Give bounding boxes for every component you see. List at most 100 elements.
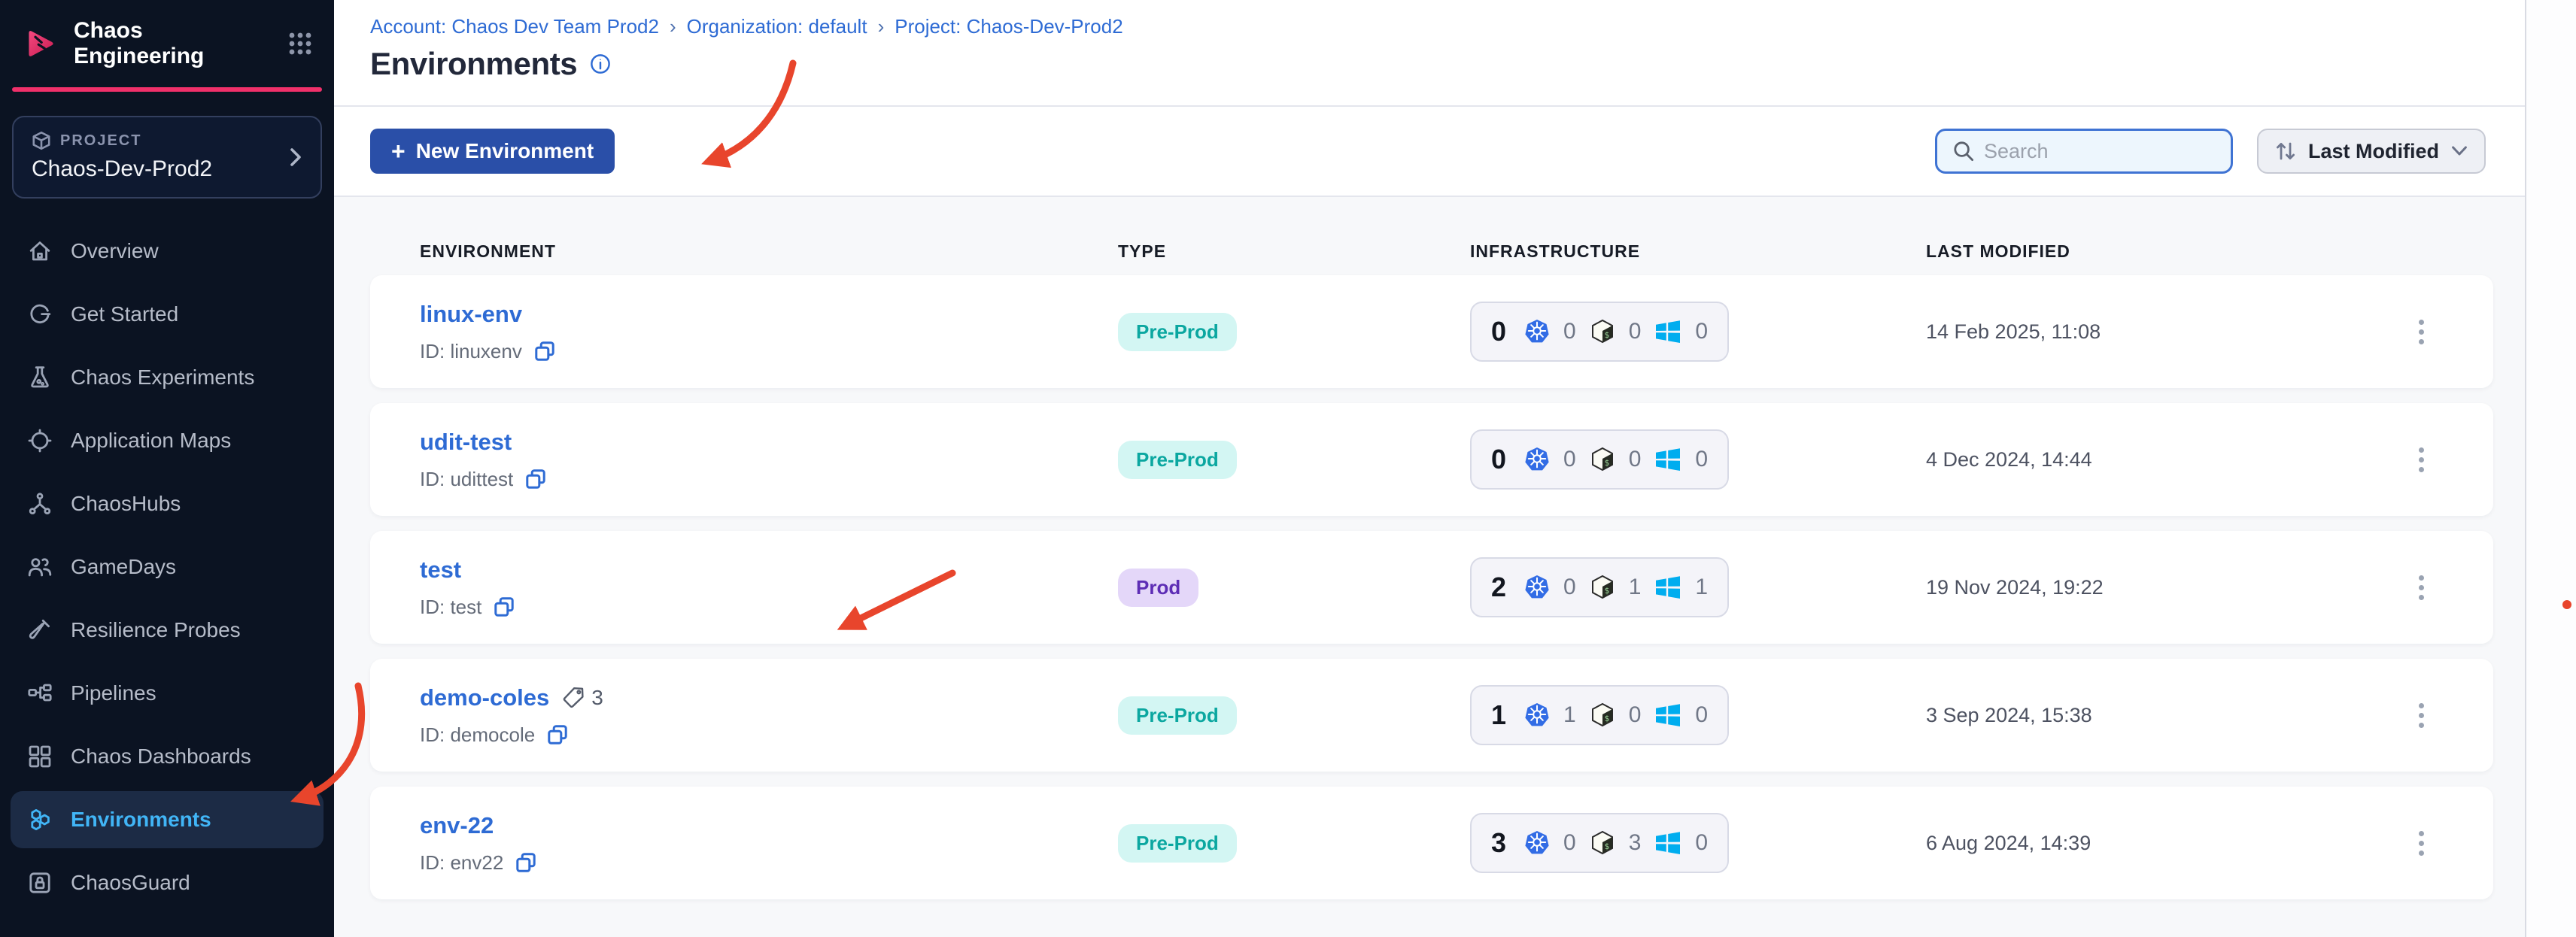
- breadcrumb-separator: ›: [669, 15, 676, 38]
- infrastructure-summary[interactable]: 0 0 $ 0 0: [1470, 429, 1730, 490]
- copy-icon[interactable]: [525, 468, 546, 490]
- infrastructure-total: 3: [1491, 827, 1507, 858]
- sidebar-item-resilience-probes[interactable]: Resilience Probes: [11, 602, 324, 659]
- infrastructure-summary[interactable]: 2 0 $ 1 1: [1470, 557, 1730, 617]
- project-selector[interactable]: PROJECT Chaos-Dev-Prod2: [12, 116, 322, 199]
- sort-arrows-icon: [2275, 140, 2296, 162]
- sidebar-item-label: ChaosHubs: [71, 492, 181, 515]
- environment-row[interactable]: test ID: test Prod 2 0 $ 1 1 19 Nov 2024…: [370, 531, 2493, 644]
- new-environment-button[interactable]: + New Environment: [370, 129, 615, 174]
- environment-name-link[interactable]: env-22: [420, 812, 494, 839]
- linux-icon: $: [1590, 830, 1615, 856]
- row-menu-button[interactable]: [2413, 441, 2430, 478]
- sidebar-item-chaos-experiments[interactable]: Chaos Experiments: [11, 349, 324, 406]
- sidebar-item-chaosguard[interactable]: ChaosGuard: [11, 854, 324, 911]
- search-input[interactable]: [1984, 139, 2216, 163]
- copy-icon[interactable]: [534, 341, 555, 362]
- info-icon[interactable]: [589, 53, 612, 75]
- sidebar-item-pipelines[interactable]: Pipelines: [11, 665, 324, 722]
- copy-icon[interactable]: [515, 852, 536, 873]
- infrastructure-summary[interactable]: 1 1 $ 0 0: [1470, 685, 1730, 745]
- sidebar: Chaos Engineering PROJECT Chaos-Dev-Prod…: [0, 0, 334, 937]
- svg-text:$: $: [1604, 330, 1609, 340]
- column-header-type: TYPE: [1118, 241, 1167, 261]
- sidebar-item-application-maps[interactable]: Application Maps: [11, 412, 324, 469]
- tag-count-value: 3: [591, 685, 603, 709]
- row-menu-button[interactable]: [2413, 825, 2430, 862]
- sidebar-item-gamedays[interactable]: GameDays: [11, 538, 324, 596]
- infrastructure-total: 1: [1491, 699, 1507, 730]
- row-menu-button[interactable]: [2413, 314, 2430, 350]
- breadcrumb-separator: ›: [877, 15, 885, 38]
- breadcrumb-organization[interactable]: Organization: default: [687, 15, 867, 38]
- type-badge: Pre-Prod: [1118, 312, 1237, 351]
- sidebar-item-label: GameDays: [71, 555, 177, 578]
- column-header-last-modified: LAST MODIFIED: [1926, 241, 2070, 261]
- environment-name-link[interactable]: demo-coles: [420, 684, 549, 711]
- breadcrumb-project[interactable]: Project: Chaos-Dev-Prod2: [895, 15, 1122, 38]
- dashboard-icon: [27, 744, 53, 769]
- last-modified-value: 19 Nov 2024, 19:22: [1926, 575, 2104, 599]
- environment-row[interactable]: udit-test ID: udittest Pre-Prod 0 0 $ 0 …: [370, 403, 2493, 516]
- tag-icon: [561, 686, 585, 710]
- infrastructure-summary[interactable]: 3 0 $ 3 0: [1470, 813, 1730, 873]
- page-header: Account: Chaos Dev Team Prod2 › Organiza…: [334, 0, 2525, 107]
- scrollbar-gutter[interactable]: [2525, 0, 2576, 937]
- environment-name-link[interactable]: test: [420, 556, 461, 584]
- tag-count: 3: [561, 686, 603, 710]
- environment-row[interactable]: env-22 ID: env22 Pre-Prod 3 0 $ 3 0 6 Au…: [370, 787, 2493, 899]
- type-badge: Pre-Prod: [1118, 823, 1237, 863]
- windows-icon: [1654, 703, 1681, 727]
- windows-icon: [1654, 447, 1681, 472]
- page-title: Environments: [370, 46, 578, 81]
- sidebar-item-chaoshubs[interactable]: ChaosHubs: [11, 475, 324, 532]
- sidebar-item-label: Get Started: [71, 302, 179, 326]
- plus-icon: +: [391, 138, 406, 165]
- infrastructure-total: 0: [1491, 316, 1507, 347]
- project-cube-icon: [32, 131, 51, 150]
- last-modified-value: 4 Dec 2024, 14:44: [1926, 447, 2092, 471]
- linux-count: 3: [1628, 830, 1642, 855]
- linux-count: 0: [1628, 319, 1642, 344]
- sidebar-item-chaos-dashboards[interactable]: Chaos Dashboards: [11, 728, 324, 785]
- search-icon: [1952, 140, 1975, 162]
- kubernetes-icon: [1524, 447, 1550, 472]
- svg-text:$: $: [1604, 841, 1609, 851]
- sort-selected-value: Last Modified: [2308, 139, 2439, 162]
- windows-count: 0: [1695, 702, 1709, 727]
- column-header-environment: ENVIRONMENT: [420, 241, 556, 261]
- project-name: Chaos-Dev-Prod2: [32, 156, 213, 181]
- sidebar-item-label: Chaos Experiments: [71, 365, 255, 389]
- home-icon: [27, 238, 53, 264]
- environment-name-link[interactable]: linux-env: [420, 301, 522, 328]
- sidebar-item-overview[interactable]: Overview: [11, 223, 324, 280]
- sidebar-item-get-started[interactable]: Get Started: [11, 286, 324, 343]
- type-badge: Prod: [1118, 568, 1199, 607]
- windows-count: 1: [1695, 575, 1709, 599]
- sidebar-item-label: Chaos Dashboards: [71, 744, 251, 768]
- environment-name-link[interactable]: udit-test: [420, 429, 512, 456]
- infrastructure-summary[interactable]: 0 0 $ 0 0: [1470, 302, 1730, 362]
- kubernetes-count: 0: [1563, 575, 1576, 599]
- windows-icon: [1654, 575, 1681, 599]
- flask-icon: [27, 365, 53, 390]
- infrastructure-total: 0: [1491, 444, 1507, 475]
- copy-icon[interactable]: [547, 724, 568, 745]
- windows-count: 0: [1695, 830, 1709, 855]
- chaos-engineering-logo-icon: [21, 24, 60, 63]
- copy-icon[interactable]: [494, 596, 515, 617]
- environment-row[interactable]: demo-coles 3 ID: democole Pre-Prod 1 1 $…: [370, 659, 2493, 772]
- table-header: ENVIRONMENT TYPE INFRASTRUCTURE LAST MOD…: [370, 233, 2493, 269]
- environment-row[interactable]: linux-env ID: linuxenv Pre-Prod 0 0 $ 0 …: [370, 275, 2493, 388]
- module-grid-icon[interactable]: [287, 31, 313, 56]
- sidebar-item-environments[interactable]: Environments: [11, 791, 324, 848]
- sort-dropdown[interactable]: Last Modified: [2257, 129, 2486, 174]
- breadcrumb-account[interactable]: Account: Chaos Dev Team Prod2: [370, 15, 659, 38]
- kubernetes-icon: [1524, 702, 1550, 728]
- svg-text:$: $: [1604, 458, 1609, 468]
- kubernetes-icon: [1524, 575, 1550, 600]
- linux-count: 0: [1628, 447, 1642, 472]
- row-menu-button[interactable]: [2413, 697, 2430, 734]
- row-menu-button[interactable]: [2413, 569, 2430, 606]
- get-started-icon: [27, 302, 53, 327]
